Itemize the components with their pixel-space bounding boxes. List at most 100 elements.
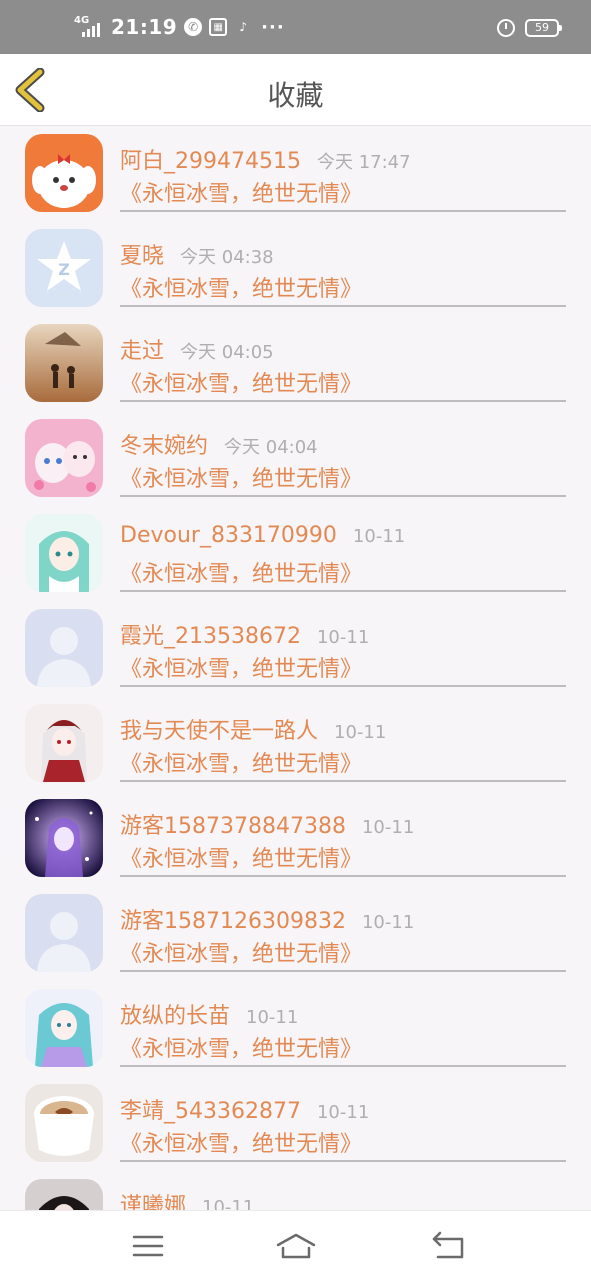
favorite-title: 《永恒冰雪，绝世无情》: [120, 467, 363, 492]
list-item[interactable]: 走过 今天 04:05 《永恒冰雪，绝世无情》: [0, 316, 591, 411]
list-item[interactable]: 霞光_213538672 10-11 《永恒冰雪，绝世无情》: [0, 601, 591, 696]
cartoon-dog-avatar-icon: [25, 134, 103, 212]
list-item[interactable]: Devour_833170990 10-11 《永恒冰雪，绝世无情》: [0, 506, 591, 601]
user-name: 阿白_299474515: [120, 149, 301, 174]
list-item[interactable]: 阿白_299474515 今天 17:47 《永恒冰雪，绝世无情》: [0, 126, 591, 221]
favorite-title: 《永恒冰雪，绝世无情》: [120, 372, 363, 397]
system-nav-bar: [0, 1210, 591, 1280]
avatar[interactable]: [25, 799, 103, 877]
list-item[interactable]: 冬末婉约 今天 04:04 《永恒冰雪，绝世无情》: [0, 411, 591, 506]
list-item[interactable]: 游客1587378847388 10-11 《永恒冰雪，绝世无情》: [0, 791, 591, 886]
home-button[interactable]: [276, 1229, 316, 1263]
avatar[interactable]: Z: [25, 229, 103, 307]
divider: [120, 875, 566, 877]
user-name: Devour_833170990: [120, 523, 337, 548]
divider: [120, 590, 566, 592]
timestamp: 今天 17:47: [316, 152, 411, 173]
divider: [120, 305, 566, 307]
divider: [120, 1160, 566, 1162]
list-item[interactable]: 谨曦娜 10-11: [0, 1171, 591, 1210]
user-name: 游客1587378847388: [120, 814, 346, 839]
avatar[interactable]: [25, 894, 103, 972]
avatar[interactable]: [25, 514, 103, 592]
timestamp: 10-11: [361, 817, 415, 838]
kittens-avatar-icon: [25, 419, 103, 497]
divider: [120, 495, 566, 497]
divider: [120, 780, 566, 782]
timestamp: 10-11: [334, 722, 387, 743]
timestamp: 10-11: [316, 1102, 370, 1123]
avatar[interactable]: [25, 134, 103, 212]
favorite-title: 《永恒冰雪，绝世无情》: [120, 752, 363, 777]
svg-text:Z: Z: [58, 260, 70, 279]
qq-logo-avatar-icon: Z: [25, 229, 103, 307]
default-avatar-icon: [25, 609, 103, 687]
favorites-list: 阿白_299474515 今天 17:47 《永恒冰雪，绝世无情》 Z 夏晓 今天 …: [0, 126, 591, 1210]
avatar[interactable]: [25, 609, 103, 687]
default-avatar-icon: [25, 894, 103, 972]
timestamp: 10-11: [361, 912, 415, 933]
app-header: 收藏: [0, 54, 591, 126]
anime-red-dress-avatar-icon: [25, 704, 103, 782]
user-name: 夏晓: [120, 244, 165, 269]
back-icon: [432, 1231, 464, 1259]
favorite-title: 《永恒冰雪，绝世无情》: [120, 657, 363, 682]
divider: [120, 210, 566, 212]
timestamp: 10-11: [202, 1197, 255, 1210]
timestamp: 今天 04:05: [180, 342, 274, 363]
list-item[interactable]: 放纵的长苗 10-11 《永恒冰雪，绝世无情》: [0, 981, 591, 1076]
list-item[interactable]: Z 夏晓 今天 04:38 《永恒冰雪，绝世无情》: [0, 221, 591, 316]
divider: [120, 970, 566, 972]
user-name: 我与天使不是一路人: [120, 719, 319, 744]
alarm-icon: [497, 19, 515, 37]
coffee-cup-avatar-icon: [25, 1084, 103, 1162]
menu-button[interactable]: [128, 1229, 168, 1263]
avatar[interactable]: [25, 1179, 103, 1210]
anime-girl-avatar-icon: [25, 514, 103, 592]
favorite-title: 《永恒冰雪，绝世无情》: [120, 1132, 363, 1157]
favorite-title: 《永恒冰雪，绝世无情》: [120, 562, 363, 587]
favorite-title: 《永恒冰雪，绝世无情》: [120, 277, 363, 302]
timestamp: 10-11: [246, 1007, 299, 1028]
user-name: 走过: [120, 339, 165, 364]
avatar[interactable]: [25, 1084, 103, 1162]
favorite-title: 《永恒冰雪，绝世无情》: [120, 182, 363, 207]
avatar[interactable]: [25, 704, 103, 782]
favorite-title: 《永恒冰雪，绝世无情》: [120, 1037, 363, 1062]
menu-icon: [132, 1235, 164, 1257]
more-notifications-icon: ···: [261, 16, 285, 38]
page-title: 收藏: [267, 79, 324, 112]
anime-teal-hair-avatar-icon: [25, 989, 103, 1067]
tiktok-icon: ♪: [239, 20, 247, 34]
messenger-icon: ✆: [184, 18, 203, 36]
user-name: 游客1587126309832: [120, 909, 346, 934]
user-name: 谨曦娜: [120, 1194, 187, 1210]
user-name: 霞光_213538672: [120, 624, 301, 649]
timestamp: 10-11: [316, 627, 370, 648]
favorite-title: 《永恒冰雪，绝世无情》: [120, 847, 363, 872]
divider: [120, 685, 566, 687]
list-item[interactable]: 我与天使不是一路人 10-11 《永恒冰雪，绝世无情》: [0, 696, 591, 791]
home-icon: [276, 1233, 316, 1259]
favorite-title: 《永恒冰雪，绝世无情》: [120, 942, 363, 967]
status-bar: 4G 21:19 ✆ ▦ ♪ ··· 59: [0, 0, 591, 54]
user-name: 放纵的长苗: [120, 1004, 231, 1029]
divider: [120, 400, 566, 402]
avatar[interactable]: [25, 989, 103, 1067]
silhouette-couple-avatar-icon: [25, 324, 103, 402]
list-item[interactable]: 游客1587126309832 10-11 《永恒冰雪，绝世无情》: [0, 886, 591, 981]
user-name: 冬末婉约: [120, 434, 209, 459]
avatar[interactable]: [25, 324, 103, 402]
list-item[interactable]: 李靖_543362877 10-11 《永恒冰雪，绝世无情》: [0, 1076, 591, 1171]
timestamp: 今天 04:04: [224, 437, 318, 458]
divider: [120, 1065, 566, 1067]
signal-icon: 4G: [74, 15, 104, 39]
system-back-button[interactable]: [430, 1229, 470, 1263]
battery-icon: 59: [525, 19, 562, 37]
status-time: 21:19: [111, 15, 178, 39]
avatar[interactable]: [25, 419, 103, 497]
anime-purple-avatar-icon: [25, 799, 103, 877]
app-badge-icon: ▦: [209, 18, 228, 36]
user-name: 李靖_543362877: [120, 1099, 301, 1124]
dark-hair-avatar-icon: [25, 1179, 103, 1210]
